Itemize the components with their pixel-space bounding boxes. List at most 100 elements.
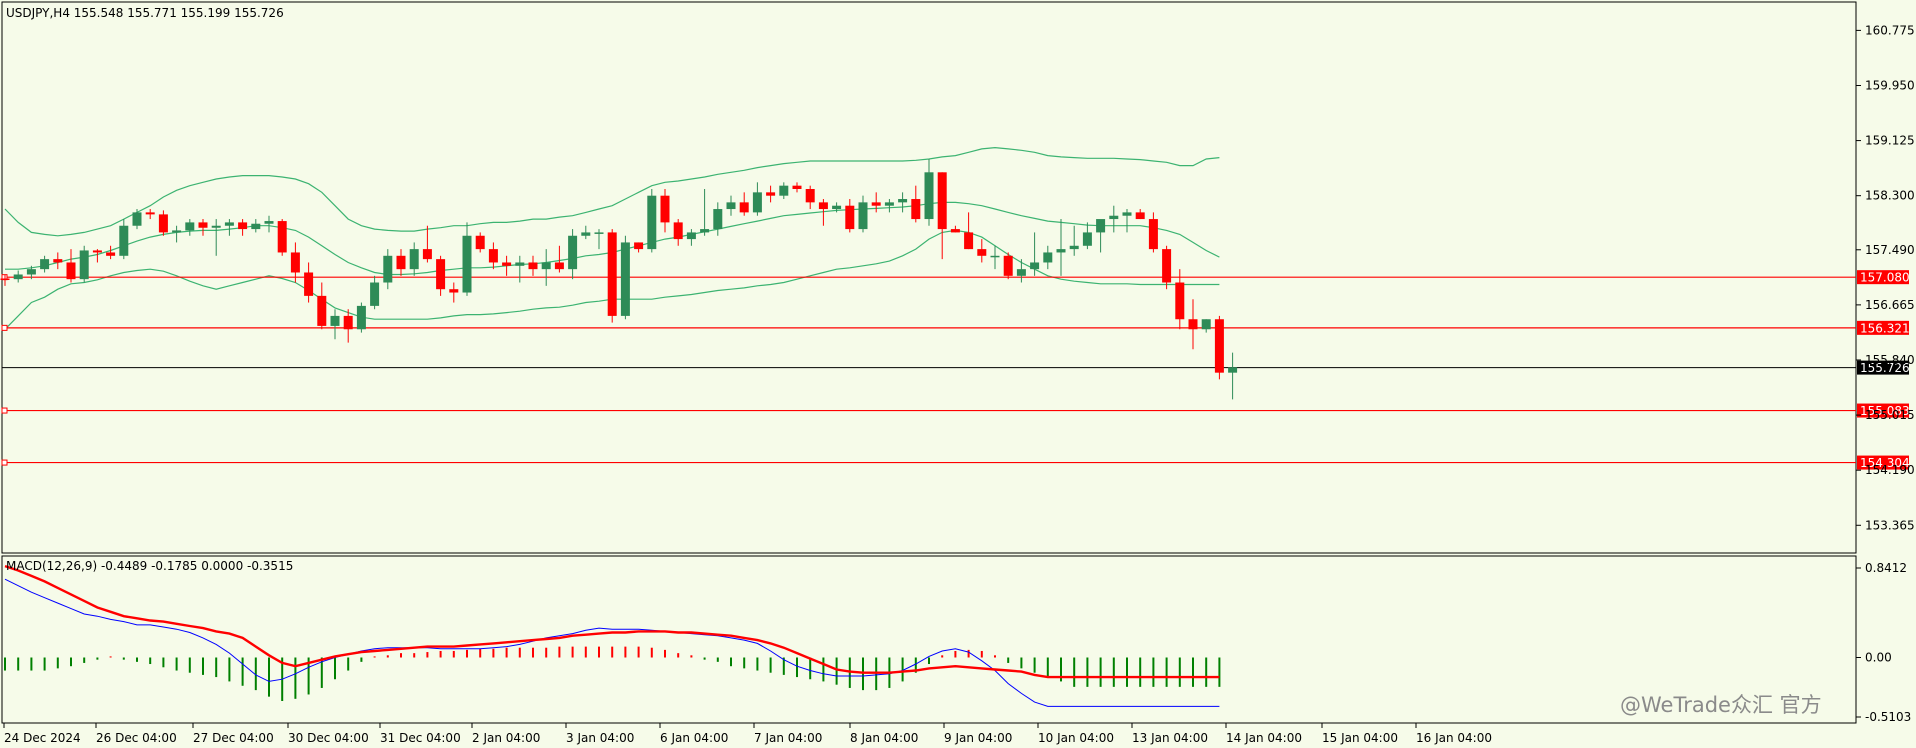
candle-body (911, 199, 921, 220)
candle-body (700, 229, 710, 233)
candle-body (726, 202, 736, 210)
candle-body (40, 259, 50, 270)
macd-header: MACD(12,26,9) -0.4489 -0.1785 0.0000 -0.… (6, 559, 293, 573)
candle-body (488, 249, 498, 263)
candle-body (568, 235, 578, 270)
candle-body (832, 205, 842, 210)
candle[interactable] (1003, 252, 1013, 280)
time-tick-label: 14 Jan 04:00 (1226, 731, 1302, 745)
candle-body (541, 262, 551, 270)
candle-body (871, 202, 881, 206)
candle-body (1082, 232, 1092, 246)
candle-body (330, 315, 340, 326)
candle-body (1056, 249, 1066, 253)
watermark: @WeTrade众汇 官方 (1620, 693, 1822, 717)
candle-body (92, 250, 102, 253)
time-tick-label: 15 Jan 04:00 (1322, 731, 1398, 745)
candle-body (607, 232, 617, 316)
candle-body (660, 195, 670, 223)
level-price-label-1: 156.321 (1860, 321, 1910, 335)
price-tick-label: 154.190 (1865, 463, 1915, 477)
candle-body (713, 209, 723, 230)
candle-body (620, 242, 630, 316)
candle-body (185, 222, 195, 231)
candle-body (1096, 219, 1106, 233)
candle-body (884, 202, 894, 206)
candle-body (1016, 269, 1026, 276)
symbol-header: USDJPY,H4 155.548 155.771 155.199 155.72… (6, 6, 284, 20)
candle-body (845, 205, 855, 230)
candle-body (132, 212, 142, 226)
candle-body (396, 255, 406, 270)
candle-body (1201, 319, 1211, 330)
candle-body (1175, 282, 1185, 320)
macd-tick-label: -0.5103 (1865, 710, 1911, 724)
candle-body (977, 249, 987, 256)
candle-body (818, 202, 828, 210)
candle[interactable] (356, 302, 366, 333)
time-tick-label: 31 Dec 04:00 (380, 731, 461, 745)
price-tick-label: 156.665 (1865, 298, 1915, 312)
candle-body (356, 305, 366, 330)
candle[interactable] (1214, 315, 1224, 380)
candle-body (317, 295, 327, 326)
candle-body (422, 249, 432, 260)
time-tick-label: 27 Dec 04:00 (193, 731, 274, 745)
candle-body (924, 172, 934, 220)
candle-body (449, 289, 459, 293)
time-tick-label: 16 Jan 04:00 (1416, 731, 1492, 745)
candle-body (1148, 219, 1158, 250)
candle[interactable] (647, 189, 657, 253)
macd-tick-label: 0.00 (1865, 650, 1892, 664)
level-handle-2[interactable] (1, 407, 8, 414)
candle-body (145, 212, 155, 215)
candle[interactable] (277, 219, 287, 256)
candle-body (898, 199, 908, 203)
candle-body (26, 269, 36, 275)
candle-body (937, 172, 947, 230)
candle-body (66, 262, 76, 280)
candle-body (277, 221, 287, 253)
candle-body (515, 262, 525, 266)
candle-body (1135, 212, 1145, 220)
candle-body (475, 235, 485, 250)
macd-tick-label: 0.8412 (1865, 561, 1907, 575)
candle[interactable] (620, 235, 630, 320)
chart-background (0, 0, 1916, 748)
candle-body (264, 221, 274, 224)
candle-body (462, 235, 472, 293)
candle-body (106, 252, 116, 256)
time-tick-label: 7 Jan 04:00 (754, 731, 822, 745)
candle[interactable] (607, 229, 617, 323)
price-tick-label: 155.015 (1865, 408, 1915, 422)
price-tick-label: 157.490 (1865, 243, 1915, 257)
time-tick-label: 26 Dec 04:00 (96, 731, 177, 745)
candle-body (13, 274, 23, 280)
candle-body (1069, 245, 1079, 250)
price-tick-label: 158.300 (1865, 189, 1915, 203)
time-tick-label: 8 Jan 04:00 (850, 731, 918, 745)
candle-body (119, 225, 129, 256)
candle-body (594, 232, 604, 234)
candle-body (528, 262, 538, 270)
level-handle-3[interactable] (1, 459, 8, 466)
level-handle-1[interactable] (1, 324, 8, 331)
candle-body (0, 278, 10, 281)
candle-body (238, 222, 248, 230)
candle-body (1003, 255, 1013, 276)
candle[interactable] (79, 245, 89, 283)
price-tick-label: 160.775 (1865, 23, 1915, 37)
candle-body (1188, 319, 1198, 330)
candle-body (502, 262, 512, 266)
candle-body (53, 259, 63, 263)
candle-body (858, 202, 868, 230)
candle-body (805, 189, 815, 203)
candle-body (647, 195, 657, 250)
time-tick-label: 3 Jan 04:00 (566, 731, 634, 745)
price-tick-label: 153.365 (1865, 518, 1915, 532)
candle-body (766, 192, 776, 196)
candle-body (1122, 212, 1132, 216)
time-tick-label: 2 Jan 04:00 (472, 731, 540, 745)
trading-chart[interactable]: 157.080156.321155.083154.304155.726 160.… (0, 0, 1916, 748)
candle-body (964, 232, 974, 250)
